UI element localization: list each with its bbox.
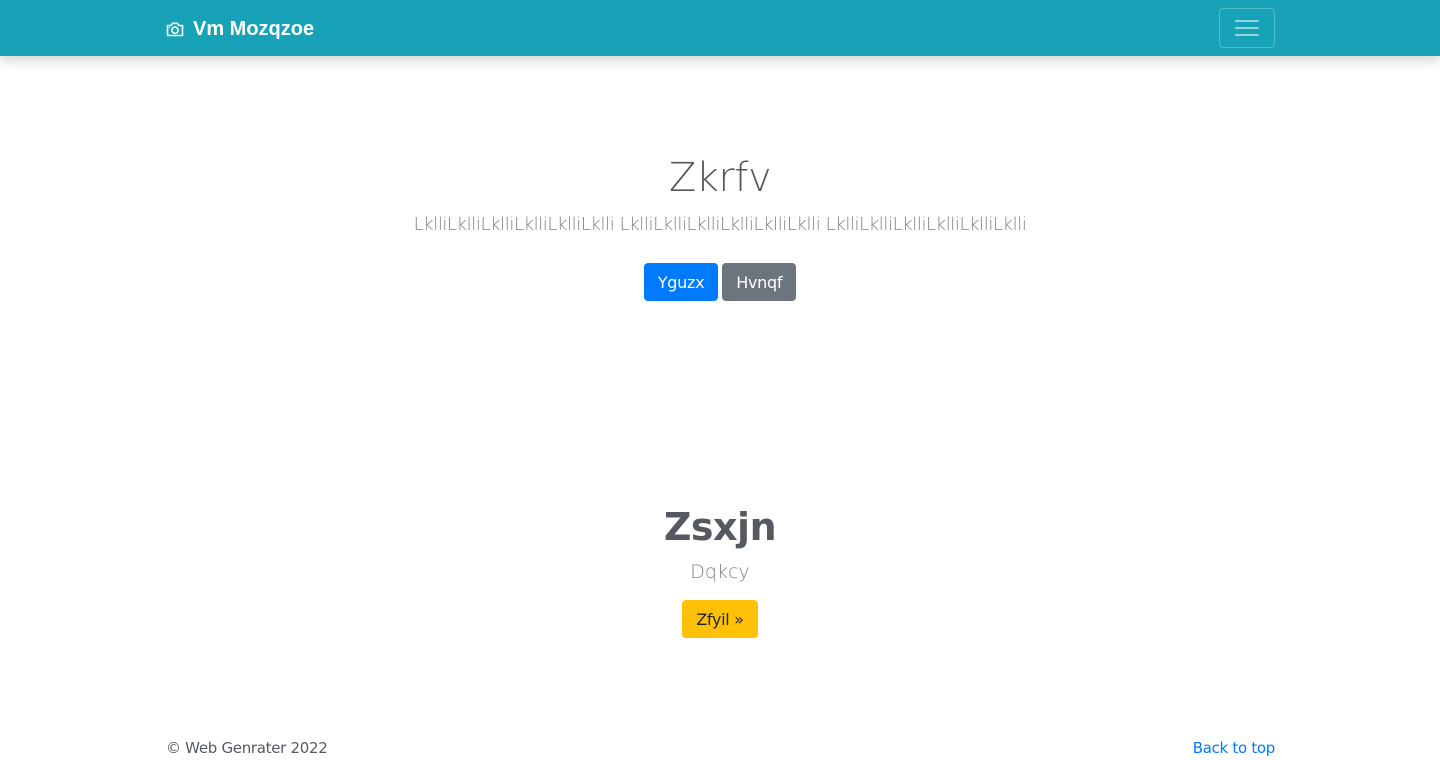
hero-primary-button[interactable]: Yguzx — [643, 263, 719, 301]
brand-link[interactable]: Vm Mozqzoe — [165, 17, 314, 41]
navbar-toggler-button[interactable] — [1219, 8, 1275, 48]
hero-section: Zkrfv LklliLklliLklliLklliLklliLklli Lkl… — [0, 150, 1440, 301]
brand-text: Vm Mozqzoe — [193, 17, 315, 40]
back-to-top-link[interactable]: Back to top — [1193, 739, 1276, 757]
hero-lead-text: LklliLklliLklliLklliLklliLklli LklliLkll… — [413, 214, 1027, 235]
hero-secondary-button[interactable]: Hvnqf — [722, 263, 797, 301]
hero-title: Zkrfv — [668, 155, 772, 201]
feature-button-wrap: Zfyil » — [0, 600, 1440, 638]
camera-icon — [165, 19, 185, 39]
feature-subtitle: Dqkcy — [690, 561, 750, 583]
feature-button[interactable]: Zfyil » — [682, 600, 758, 638]
footer-copyright: © Web Genrater 2022 — [166, 739, 328, 757]
hamburger-menu-icon — [1234, 17, 1260, 39]
navbar: Vm Mozqzoe — [0, 0, 1440, 56]
feature-title: Zsxjn — [663, 505, 777, 549]
feature-section: Zsxjn Dqkcy Zfyil » — [0, 502, 1440, 638]
hero-button-group: Yguzx Hvnqf — [0, 263, 1440, 301]
